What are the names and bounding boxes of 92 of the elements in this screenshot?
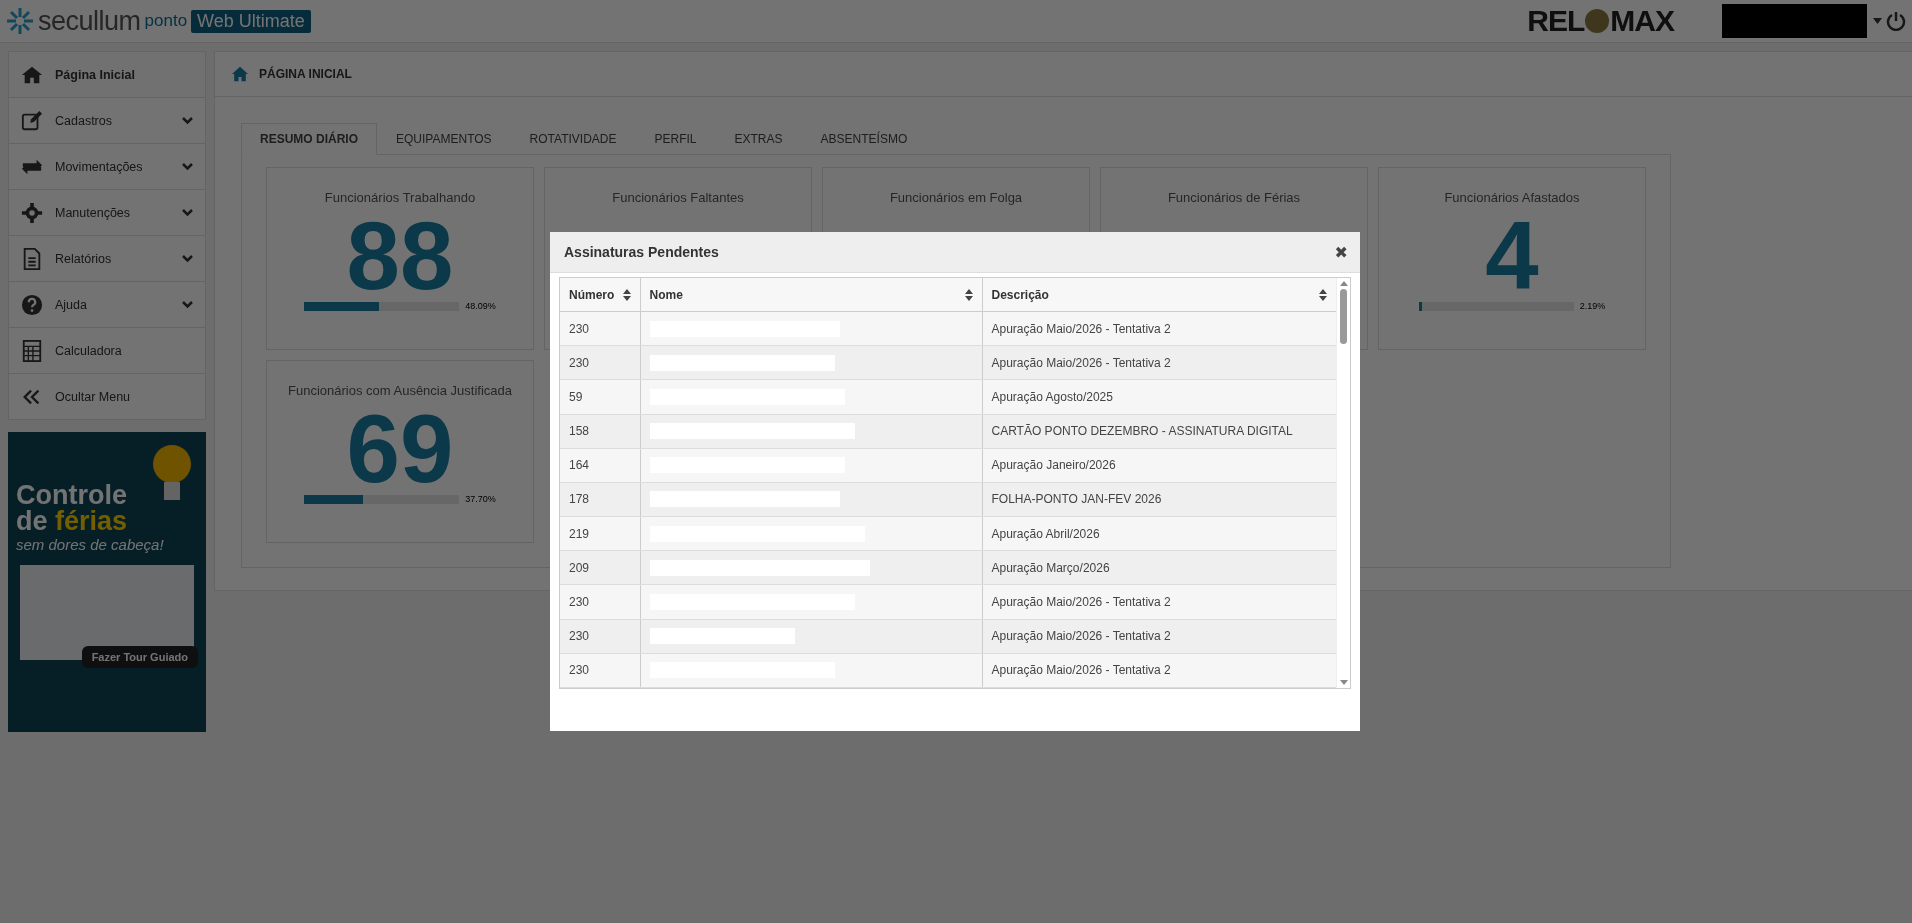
chevron-down-icon — [182, 254, 193, 263]
promo-title: Controle — [16, 482, 128, 508]
sidebar-label: Manutenções — [55, 205, 132, 220]
card-title: Funcionários de Férias — [1167, 190, 1301, 205]
percent-label: 48.09% — [465, 301, 496, 311]
table-cell: Apuração Abril/2026 — [982, 516, 1336, 551]
tab[interactable]: ABSENTEÍSMO — [801, 123, 927, 155]
sidebar-label: Ocultar Menu — [55, 389, 132, 404]
promo-subtitle: sem dores de cabeça! — [16, 536, 165, 553]
sort-icon[interactable] — [964, 288, 973, 301]
page-title: PÁGINA INICIAL — [259, 67, 352, 81]
logo-icon — [6, 7, 34, 35]
table-cell: FOLHA-PONTO JAN-FEV 2026 — [982, 482, 1336, 517]
card-title: Funcionários Faltantes — [612, 190, 744, 205]
sidebar-label: Página Inicial — [55, 67, 136, 82]
table-cell: Apuração Maio/2026 - Tentativa 2 — [982, 653, 1336, 688]
stat-value: 4 — [1485, 211, 1539, 301]
sidebar-item[interactable]: Manutenções — [9, 190, 205, 236]
tour-button[interactable]: Fazer Tour Guiado — [81, 646, 198, 668]
sidebar-label: Movimentações — [55, 159, 144, 174]
table-cell: 230 — [560, 311, 640, 346]
sidebar-label: Ajuda — [55, 297, 88, 312]
sidebar-label: Calculadora — [55, 343, 123, 358]
column-header[interactable]: Nome — [640, 278, 982, 312]
sidebar-item[interactable]: Calculadora — [9, 328, 205, 374]
column-header[interactable]: Descrição — [982, 278, 1336, 312]
tab[interactable]: ROTATIVIDADE — [510, 123, 636, 155]
table-cell: Apuração Maio/2026 - Tentativa 2 — [982, 619, 1336, 654]
table-cell: 230 — [560, 653, 640, 688]
table-cell: 209 — [560, 550, 640, 585]
percent-label: 2.19% — [1579, 301, 1606, 311]
table-cell: 230 — [560, 584, 640, 620]
promo-banner[interactable]: Controle de férias sem dores de cabeça! Fazer Tour Guiado — [8, 432, 206, 732]
sidebar-label: Cadastros — [55, 113, 113, 128]
brand-name: secullum — [38, 5, 141, 37]
tab[interactable]: PERFIL — [635, 123, 716, 155]
column-header[interactable]: Número — [560, 278, 640, 312]
table-cell: 158 — [560, 414, 640, 449]
tab[interactable]: EQUIPAMENTOS — [377, 123, 511, 155]
table-cell: CARTÃO PONTO DEZEMBRO - ASSINATURA DIGITAL — [982, 414, 1336, 449]
percent-label: 37.70% — [465, 494, 496, 504]
scrollbar[interactable] — [1336, 278, 1350, 688]
sidebar-item[interactable]: Cadastros — [9, 98, 205, 144]
power-icon[interactable] — [1886, 11, 1906, 31]
sidebar-item[interactable]: Ocultar Menu — [9, 374, 205, 419]
chevron-down-icon — [182, 208, 193, 217]
table-cell: Apuração Maio/2026 - Tentativa 2 — [982, 345, 1336, 380]
edit-icon — [21, 109, 43, 132]
scroll-down-icon[interactable] — [1339, 680, 1348, 685]
tab[interactable]: RESUMO DIÁRIO — [241, 123, 377, 155]
chevron-down-icon — [182, 116, 193, 125]
product-name: ponto — [144, 11, 188, 31]
table-cell: 164 — [560, 448, 640, 483]
home-icon — [231, 66, 249, 82]
table-cell: 230 — [560, 619, 640, 654]
table-cell: Apuração Maio/2026 - Tentativa 2 — [982, 584, 1336, 620]
sidebar-item[interactable]: Movimentações — [9, 144, 205, 190]
help-icon — [21, 293, 43, 316]
table-cell: 59 — [560, 379, 640, 414]
edition-badge: Web Ultimate — [191, 9, 311, 33]
table-cell: Apuração Janeiro/2026 — [982, 448, 1336, 483]
table-cell: Apuração Maio/2026 - Tentativa 2 — [982, 311, 1336, 346]
card-title: Funcionários Afastados — [1444, 190, 1580, 205]
gear-icon — [21, 201, 43, 224]
chevron-down-icon — [182, 300, 193, 309]
stat-value: 88 — [346, 211, 454, 301]
sidebar-label: Relatórios — [55, 251, 113, 266]
stat-value: 69 — [346, 404, 454, 494]
scroll-up-icon[interactable] — [1339, 281, 1348, 286]
table-cell: 178 — [560, 482, 640, 517]
card-title: Funcionários com Ausência Justificada — [288, 383, 512, 398]
table-cell: Apuração Março/2026 — [982, 550, 1336, 585]
card-title: Funcionários em Folga — [889, 190, 1023, 205]
promo-title: de férias — [16, 508, 129, 534]
sidebar-item[interactable]: Ajuda — [9, 282, 205, 328]
calculator-icon — [21, 339, 43, 362]
caret-icon[interactable] — [1873, 18, 1882, 24]
partner-logo-text: MAX — [1610, 4, 1674, 38]
sort-icon[interactable] — [622, 288, 631, 301]
table-cell: 230 — [560, 345, 640, 380]
table-cell: Apuração Agosto/2025 — [982, 379, 1336, 414]
tab[interactable]: EXTRAS — [715, 123, 802, 155]
chevron-down-icon — [182, 162, 193, 171]
partner-logo-text: REL — [1527, 4, 1585, 38]
sort-icon[interactable] — [1319, 288, 1327, 301]
scrollbar-thumb[interactable] — [1340, 289, 1347, 344]
close-button[interactable]: ✖ — [1334, 242, 1348, 262]
table-cell: 219 — [560, 516, 640, 551]
document-icon — [21, 247, 43, 270]
dialog-title: Assinaturas Pendentes — [564, 244, 719, 260]
card-title: Funcionários Trabalhando — [324, 190, 476, 205]
sidebar-item[interactable]: Relatórios — [9, 236, 205, 282]
